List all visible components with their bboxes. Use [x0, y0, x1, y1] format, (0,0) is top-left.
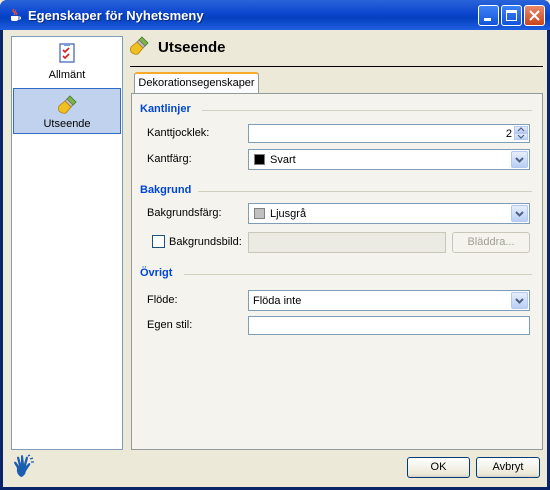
title-bar[interactable]: Egenskaper för Nyhetsmeny — [0, 0, 550, 30]
flow-label: Flöde: — [147, 294, 178, 306]
sidebar-item-allmant[interactable]: Allmänt — [13, 38, 121, 84]
close-button[interactable] — [524, 5, 545, 26]
paintbrush-icon — [58, 95, 77, 114]
dropdown-arrow[interactable] — [511, 292, 528, 309]
background-color-value: Ljusgrå — [270, 208, 307, 220]
flow-select[interactable]: Flöda inte — [248, 290, 530, 311]
minimize-button[interactable] — [478, 5, 499, 26]
hand-logo-icon — [14, 454, 34, 477]
cancel-button[interactable]: Avbryt — [476, 457, 540, 478]
java-cup-icon — [11, 8, 21, 21]
flow-value: Flöda inte — [253, 295, 302, 307]
spinner-buttons[interactable] — [514, 126, 528, 141]
category-sidebar: Allmänt Utseende — [11, 36, 123, 450]
color-swatch — [254, 154, 265, 165]
dialog-body: Allmänt Utseende Utseende Dekorationsege… — [3, 30, 547, 487]
background-color-select[interactable]: Ljusgrå — [248, 203, 530, 224]
border-color-value: Svart — [270, 154, 296, 166]
sidebar-item-label: Utseende — [43, 118, 91, 130]
border-thickness-label: Kanttjocklek: — [147, 127, 210, 139]
section-title-borders: Kantlinjer — [140, 103, 191, 115]
custom-style-label: Egen stil: — [147, 319, 193, 331]
checklist-icon — [59, 43, 75, 63]
section-divider — [202, 110, 532, 111]
dropdown-arrow[interactable] — [511, 205, 528, 222]
minimize-icon — [484, 18, 491, 21]
dialog-window: Egenskaper för Nyhetsmeny Allmänt Utseen… — [0, 0, 550, 490]
sidebar-item-utseende[interactable]: Utseende — [13, 88, 121, 134]
chevron-down-icon — [515, 298, 524, 304]
chevron-up-icon — [517, 127, 525, 132]
section-divider — [184, 274, 532, 275]
section-title-other: Övrigt — [140, 267, 173, 279]
ok-button[interactable]: OK — [407, 457, 470, 478]
border-color-label: Kantfärg: — [147, 153, 192, 165]
chevron-down-icon — [515, 211, 524, 217]
browse-button[interactable]: Bläddra... — [452, 232, 530, 253]
background-image-label: Bakgrundsbild: — [169, 236, 242, 248]
border-color-select[interactable]: Svart — [248, 149, 530, 170]
border-thickness-value: 2 — [505, 128, 512, 140]
maximize-button[interactable] — [501, 5, 522, 26]
section-divider — [198, 191, 532, 192]
page-title: Utseende — [158, 39, 226, 56]
color-swatch — [254, 208, 265, 219]
custom-style-input[interactable] — [248, 316, 530, 335]
maximize-icon — [506, 10, 517, 21]
dropdown-arrow[interactable] — [511, 151, 528, 168]
window-title: Egenskaper för Nyhetsmeny — [28, 8, 204, 23]
paintbrush-icon — [130, 36, 149, 55]
sidebar-item-label: Allmänt — [48, 69, 86, 81]
section-title-background: Bakgrund — [140, 184, 192, 196]
background-color-label: Bakgrundsfärg: — [147, 207, 222, 219]
border-thickness-spinner[interactable]: 2 — [248, 124, 530, 143]
close-icon — [529, 10, 540, 21]
spinner-up-button[interactable] — [514, 126, 528, 133]
background-image-field[interactable] — [248, 232, 446, 253]
title-divider — [130, 66, 543, 67]
spinner-down-button[interactable] — [514, 133, 528, 140]
chevron-down-icon — [515, 157, 524, 163]
chevron-down-icon — [517, 134, 525, 139]
tab-dekorationsegenskaper[interactable]: Dekorationsegenskaper — [134, 72, 259, 94]
background-image-checkbox[interactable] — [152, 235, 165, 248]
decoration-panel: Kantlinjer Kanttjocklek: 2 Kantfärg: Sva… — [131, 93, 543, 450]
